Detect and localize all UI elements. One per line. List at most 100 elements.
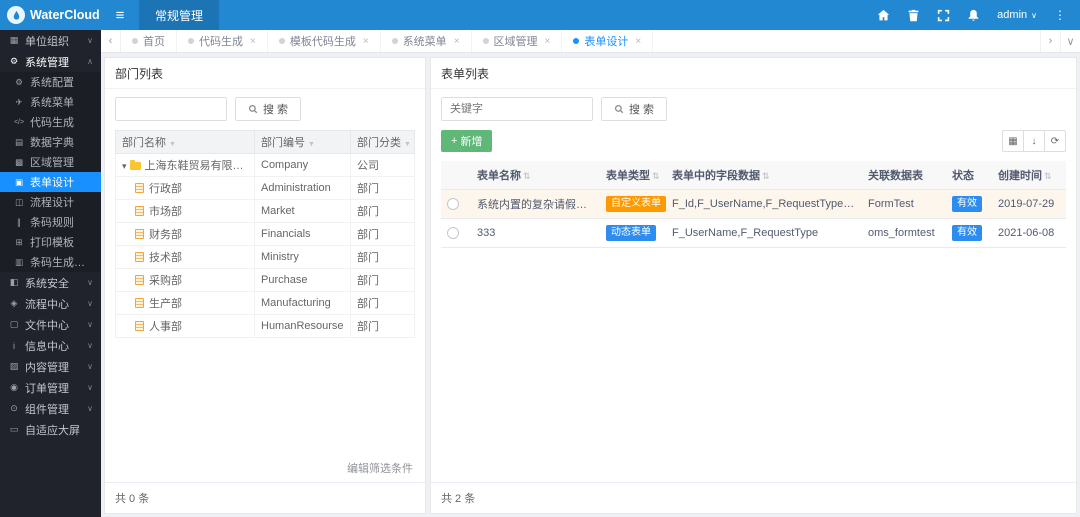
tab-region-mgmt[interactable]: 区域管理 × bbox=[472, 30, 563, 52]
table-row[interactable]: 财务部 Financials 部门 bbox=[115, 222, 415, 246]
sidebar-item-file-center[interactable]: ▢ 文件中心 ∨ bbox=[0, 314, 101, 335]
form-search-button[interactable]: 搜 索 bbox=[601, 97, 668, 121]
chevron-down-icon: ∨ bbox=[87, 362, 93, 371]
table-row[interactable]: 生产部 Manufacturing 部门 bbox=[115, 291, 415, 315]
sidebar-item-system-security[interactable]: ◧ 系统安全 ∨ bbox=[0, 272, 101, 293]
table-row[interactable]: 技术部 Ministry 部门 bbox=[115, 245, 415, 269]
keyword-input[interactable] bbox=[441, 97, 593, 121]
tab-dot bbox=[188, 38, 194, 44]
sidebar-item-system-mgmt[interactable]: ⚙ 系统管理 ∧ bbox=[0, 51, 101, 72]
col-form-table[interactable]: 关联数据表 bbox=[862, 161, 946, 190]
bell-icon[interactable] bbox=[967, 9, 980, 22]
sort-icon[interactable]: ⇅ bbox=[523, 171, 531, 181]
tab-system-menu[interactable]: 系统菜单 × bbox=[381, 30, 472, 52]
sidebar-item-system-config[interactable]: ⚙ 系统配置 bbox=[0, 72, 101, 92]
table-row[interactable]: 人事部 HumanResourse 部门 bbox=[115, 314, 415, 338]
tabs-next-icon[interactable]: › bbox=[1040, 30, 1060, 52]
table-row[interactable]: 系统内置的复杂请假条表单 自定义表单 F_Id,F_UserName,F_Req… bbox=[441, 189, 1066, 219]
chevron-down-icon: ∨ bbox=[87, 383, 93, 392]
col-form-fields[interactable]: 表单中的字段数据 ⇅ bbox=[666, 161, 862, 190]
form-icon: ▣ bbox=[14, 176, 24, 187]
sort-icon[interactable]: ⇅ bbox=[652, 171, 660, 181]
chevron-down-icon: ∨ bbox=[87, 299, 93, 308]
trash-icon[interactable] bbox=[907, 9, 920, 22]
sidebar-item-barcode-records[interactable]: ▥ 条码生成记录 bbox=[0, 252, 101, 272]
table-row[interactable]: 市场部 Market 部门 bbox=[115, 199, 415, 223]
filter-icon[interactable]: ▼ bbox=[404, 141, 411, 148]
sidebar-item-adaptive-screen[interactable]: ▭ 自适应大屏 bbox=[0, 419, 101, 440]
tabs-prev-icon[interactable]: ‹ bbox=[101, 30, 121, 52]
gear-icon: ⚙ bbox=[15, 76, 23, 87]
sidebar-item-order-mgmt[interactable]: ◉ 订单管理 ∨ bbox=[0, 377, 101, 398]
refresh-icon[interactable]: ⟳ bbox=[1044, 130, 1066, 152]
tab-form-design[interactable]: 表单设计 × bbox=[562, 30, 654, 52]
row-radio[interactable] bbox=[447, 227, 459, 240]
document-icon bbox=[135, 206, 144, 216]
columns-icon[interactable]: ▦ bbox=[1002, 130, 1024, 152]
more-icon[interactable]: ⋮ bbox=[1054, 8, 1066, 22]
sort-icon[interactable]: ⇅ bbox=[1044, 171, 1052, 181]
close-icon[interactable]: × bbox=[635, 36, 641, 47]
table-row[interactable]: 333 动态表单 F_UserName,F_RequestType oms_fo… bbox=[441, 218, 1066, 248]
home-icon[interactable] bbox=[877, 9, 890, 22]
sidebar-item-system-menu[interactable]: ✈ 系统菜单 bbox=[0, 92, 101, 112]
col-dept-code[interactable]: 部门编号 ▼ bbox=[254, 130, 351, 154]
row-radio[interactable] bbox=[447, 198, 459, 211]
close-icon[interactable]: × bbox=[454, 36, 460, 47]
table-row[interactable]: ▾ 上海东鞋贸易有限公司 Company 公司 bbox=[115, 153, 415, 177]
sidebar-item-content-mgmt[interactable]: ▨ 内容管理 ∨ bbox=[0, 356, 101, 377]
tabs-collapse-icon[interactable]: ∨ bbox=[1060, 30, 1080, 52]
main-content: 部门列表 搜 索 部门名称 ▼ 部门编号 ▼ 部门分类 ▼ ▾ 上海东鞋贸易有限… bbox=[101, 54, 1080, 517]
table-icon: ▤ bbox=[14, 136, 24, 147]
chevron-down-icon: ∨ bbox=[87, 278, 93, 287]
col-form-type[interactable]: 表单类型 ⇅ bbox=[600, 161, 666, 190]
sidebar-item-info-center[interactable]: i 信息中心 ∨ bbox=[0, 335, 101, 356]
col-form-status[interactable]: 状态 bbox=[946, 161, 992, 190]
tab-dot bbox=[573, 38, 580, 44]
table-row[interactable]: 采购部 Purchase 部门 bbox=[115, 268, 415, 292]
edit-filter-link[interactable]: 编辑筛选条件 bbox=[115, 454, 415, 482]
sidebar-item-unit-org[interactable]: ▦ 单位组织 ∨ bbox=[0, 30, 101, 51]
plus-icon: + bbox=[451, 135, 458, 147]
admin-menu[interactable]: admin ∨ bbox=[997, 9, 1037, 21]
col-form-name[interactable]: 表单名称 ⇅ bbox=[471, 161, 600, 190]
plane-icon: ✈ bbox=[15, 96, 23, 107]
sidebar-item-process-design[interactable]: ◫ 流程设计 bbox=[0, 192, 101, 212]
tab-dot bbox=[132, 38, 138, 44]
sidebar-item-region-mgmt[interactable]: ▩ 区域管理 bbox=[0, 152, 101, 172]
folder-icon bbox=[129, 160, 141, 170]
filter-icon[interactable]: ▼ bbox=[308, 141, 315, 148]
add-form-button[interactable]: + 新增 bbox=[441, 130, 493, 152]
sidebar-item-process-center[interactable]: ◈ 流程中心 ∨ bbox=[0, 293, 101, 314]
chevron-down-icon: ∨ bbox=[87, 404, 93, 413]
sidebar-item-print-template[interactable]: ⊞ 打印模板 bbox=[0, 232, 101, 252]
close-icon[interactable]: × bbox=[363, 36, 369, 47]
table-row[interactable]: 行政部 Administration 部门 bbox=[115, 176, 415, 200]
close-icon[interactable]: × bbox=[250, 36, 256, 47]
sort-icon[interactable]: ⇅ bbox=[762, 171, 770, 181]
dept-search-button[interactable]: 搜 索 bbox=[235, 97, 302, 121]
export-icon[interactable]: ↓ bbox=[1023, 130, 1045, 152]
col-form-created[interactable]: 创建时间 ⇅ bbox=[992, 161, 1066, 190]
sidebar-item-data-dict[interactable]: ▤ 数据字典 bbox=[0, 132, 101, 152]
sidebar-item-code-gen[interactable]: </> 代码生成 bbox=[0, 112, 101, 132]
tab-code-gen[interactable]: 代码生成 × bbox=[177, 30, 268, 52]
diamond-icon: ◈ bbox=[10, 298, 18, 308]
sidebar-toggle-icon[interactable]: ≡ bbox=[101, 0, 139, 30]
sidebar-item-form-design[interactable]: ▣ 表单设计 bbox=[0, 172, 101, 192]
chevron-down-icon: ∨ bbox=[87, 36, 93, 45]
sidebar-item-component-mgmt[interactable]: ⊙ 组件管理 ∨ bbox=[0, 398, 101, 419]
close-icon[interactable]: × bbox=[545, 36, 551, 47]
sidebar-item-barcode-rules[interactable]: ∥ 条码规则 bbox=[0, 212, 101, 232]
tab-dot bbox=[482, 38, 489, 44]
chevron-up-icon: ∧ bbox=[87, 57, 93, 66]
fullscreen-icon[interactable] bbox=[937, 9, 950, 22]
module-tab-general[interactable]: 常规管理 bbox=[139, 0, 220, 30]
dept-search-input[interactable] bbox=[115, 97, 227, 121]
col-dept-type[interactable]: 部门分类 ▼ bbox=[350, 130, 415, 154]
col-dept-name[interactable]: 部门名称 ▼ bbox=[115, 130, 255, 154]
tab-template-code-gen[interactable]: 模板代码生成 × bbox=[268, 30, 381, 52]
tree-expand-icon[interactable]: ▾ bbox=[122, 161, 127, 171]
tab-home[interactable]: 首页 bbox=[121, 30, 177, 52]
filter-icon[interactable]: ▼ bbox=[169, 141, 176, 148]
